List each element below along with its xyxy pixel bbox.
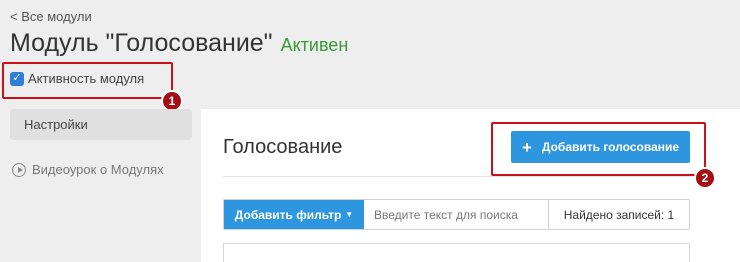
highlight-box-2 [491, 122, 706, 176]
play-circle-icon [12, 162, 26, 177]
add-filter-button[interactable]: Добавить фильтр ▼ [224, 200, 364, 229]
video-tutorial-link[interactable]: Видеоурок о Модулях [12, 162, 164, 177]
search-input[interactable] [364, 200, 549, 229]
annotation-badge-2: 2 [694, 167, 716, 189]
status-badge: Активен [280, 35, 349, 55]
sidebar-tab-settings[interactable]: Настройки [10, 109, 192, 140]
highlight-box-1 [2, 62, 173, 99]
panel-title: Голосование [223, 136, 343, 158]
records-table [223, 243, 690, 262]
panel-divider [223, 176, 690, 177]
video-tutorial-label: Видеоурок о Модулях [32, 162, 164, 177]
caret-down-icon: ▼ [345, 210, 354, 219]
title-row: Модуль "Голосование" Активен [10, 29, 348, 58]
back-link[interactable]: < Все модули [10, 9, 92, 24]
page-title: Модуль "Голосование" [10, 29, 273, 57]
add-filter-label: Добавить фильтр [234, 207, 342, 222]
found-count: Найдено записей: 1 [563, 207, 675, 222]
filter-bar: Добавить фильтр ▼ Найдено записей: 1 [223, 199, 690, 230]
